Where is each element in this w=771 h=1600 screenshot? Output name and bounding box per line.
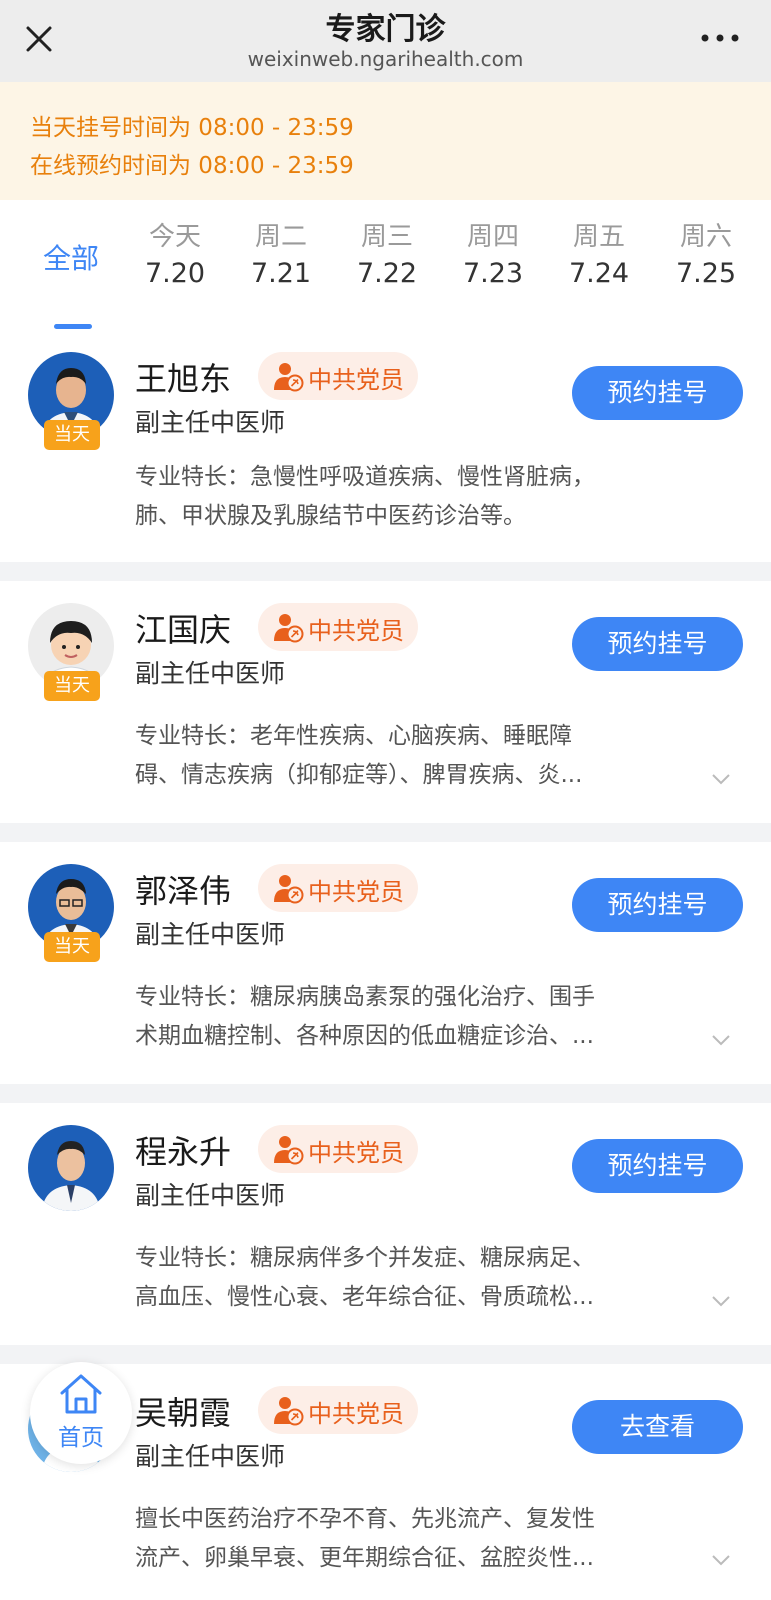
specialty-text: 流产、卵巢早衰、更年期综合征、盆腔炎性...: [135, 1545, 594, 1571]
book-appointment-button[interactable]: 预约挂号: [572, 617, 743, 671]
tab-date: 7.20: [144, 258, 206, 289]
more-icon: [701, 34, 739, 42]
expand-chevron-icon[interactable]: [710, 1552, 732, 1566]
doctor-title: 副主任中医师: [135, 1442, 286, 1471]
top-bar: 专家门诊 weixinweb.ngarihealth.com: [0, 0, 771, 82]
specialty-text: 术期血糖控制、各种原因的低血糖症诊治、...: [135, 1023, 594, 1049]
party-member-tag: 中共党员: [258, 352, 418, 400]
party-member-icon: [272, 872, 304, 904]
tab-weekday: 周四: [466, 222, 519, 252]
date-tabs: 全部 今天 7.20 周二 7.21 周三 7.22 周四 7.23 周五 7.…: [0, 200, 771, 330]
expand-chevron-icon[interactable]: [710, 771, 732, 785]
active-tab-indicator: [54, 324, 92, 329]
party-member-icon: [272, 1133, 304, 1165]
doctor-name: 吴朝霞: [135, 1394, 232, 1432]
tab-weekday: 今天: [148, 222, 201, 252]
tab-weekday: 周五: [572, 222, 625, 252]
today-badge: 当天: [44, 932, 100, 962]
page-title: 专家门诊: [325, 12, 446, 47]
party-member-icon: [272, 611, 304, 643]
doctor-title: 副主任中医师: [135, 659, 286, 688]
home-icon: [57, 1372, 105, 1416]
party-member-icon: [272, 1394, 304, 1426]
tab-weekday: 周三: [360, 222, 413, 252]
doctor-title: 副主任中医师: [135, 920, 286, 949]
specialty-text: 专业特长：老年性疾病、心脑疾病、睡眠障: [135, 723, 572, 749]
party-member-label: 中共党员: [308, 1139, 404, 1167]
more-button[interactable]: [699, 26, 741, 50]
avatar: [28, 1125, 114, 1211]
party-member-tag: 中共党员: [258, 1125, 418, 1173]
doctor-name: 王旭东: [135, 360, 232, 398]
tab-date: 7.21: [250, 258, 312, 289]
doctor-title: 副主任中医师: [135, 408, 286, 437]
party-member-tag: 中共党员: [258, 864, 418, 912]
party-member-tag: 中共党员: [258, 1386, 418, 1434]
today-badge: 当天: [44, 420, 100, 450]
home-button[interactable]: 首页: [30, 1362, 132, 1464]
tab-date: 7.22: [356, 258, 418, 289]
doctor-card[interactable]: 当天 王旭东 中共党员 副主任中医师 预约挂号 专业特长：急慢性呼吸道疾病、慢性…: [0, 330, 771, 562]
expand-chevron-icon[interactable]: [710, 1032, 732, 1046]
tab-weekday: 周二: [254, 222, 307, 252]
page-url: weixinweb.ngarihealth.com: [247, 47, 524, 71]
home-label: 首页: [58, 1425, 104, 1451]
party-member-label: 中共党员: [308, 878, 404, 906]
tab-weekday: 周六: [679, 222, 732, 252]
party-member-label: 中共党员: [308, 1400, 404, 1428]
party-member-label: 中共党员: [308, 366, 404, 394]
registration-notice: 当天挂号时间为 08:00 - 23:59 在线预约时间为 08:00 - 23…: [0, 82, 771, 200]
tab-all[interactable]: 全部: [26, 242, 116, 276]
doctor-title: 副主任中医师: [135, 1181, 286, 1210]
book-appointment-button[interactable]: 预约挂号: [572, 366, 743, 420]
specialty-text: 擅长中医药治疗不孕不育、先兆流产、复发性: [135, 1506, 595, 1532]
party-member-icon: [272, 360, 304, 392]
view-button[interactable]: 去查看: [572, 1400, 743, 1454]
tab-all-label: 全部: [42, 242, 99, 275]
doctor-name: 江国庆: [135, 611, 232, 649]
notice-same-day: 当天挂号时间为 08:00 - 23:59: [30, 115, 354, 141]
book-appointment-button[interactable]: 预约挂号: [572, 878, 743, 932]
book-appointment-button[interactable]: 预约挂号: [572, 1139, 743, 1193]
notice-online: 在线预约时间为 08:00 - 23:59: [30, 153, 354, 179]
specialty-text: 肺、甲状腺及乳腺结节中医药诊治等。: [135, 503, 526, 529]
specialty-text: 碍、情志疾病（抑郁症等）、脾胃疾病、炎...: [135, 762, 583, 788]
doctor-name: 郭泽伟: [135, 872, 232, 910]
tab-date: 7.24: [568, 258, 630, 289]
specialty-text: 高血压、慢性心衰、老年综合征、骨质疏松...: [135, 1284, 594, 1310]
party-member-tag: 中共党员: [258, 603, 418, 651]
specialty-text: 专业特长：急慢性呼吸道疾病、慢性肾脏病，: [135, 464, 595, 490]
tab-day[interactable]: 周六 7.25: [661, 220, 751, 294]
doctor-card[interactable]: 程永升 中共党员 副主任中医师 预约挂号 专业特长：糖尿病伴多个并发症、糖尿病足…: [0, 1103, 771, 1345]
tab-date: 7.23: [462, 258, 524, 289]
expand-chevron-icon[interactable]: [710, 1293, 732, 1307]
doctor-name: 程永升: [135, 1133, 232, 1171]
tab-date: 7.25: [675, 258, 737, 289]
tab-day[interactable]: 周二 7.21: [236, 220, 326, 294]
specialty-text: 专业特长：糖尿病胰岛素泵的强化治疗、围手: [135, 984, 595, 1010]
doctor-card[interactable]: 当天 江国庆 中共党员 副主任中医师 预约挂号 专业特长：老年性疾病、心脑疾病、…: [0, 581, 771, 823]
doctor-card[interactable]: 当天 郭泽伟 中共党员 副主任中医师 预约挂号 专业特长：糖尿病胰岛素泵的强化治…: [0, 842, 771, 1084]
tab-day[interactable]: 今天 7.20: [130, 220, 220, 294]
tab-day[interactable]: 周四 7.23: [448, 220, 538, 294]
tab-day[interactable]: 周五 7.24: [554, 220, 644, 294]
tab-day[interactable]: 周三 7.22: [342, 220, 432, 294]
party-member-label: 中共党员: [308, 617, 404, 645]
today-badge: 当天: [44, 671, 100, 701]
specialty-text: 专业特长：糖尿病伴多个并发症、糖尿病足、: [135, 1245, 595, 1271]
